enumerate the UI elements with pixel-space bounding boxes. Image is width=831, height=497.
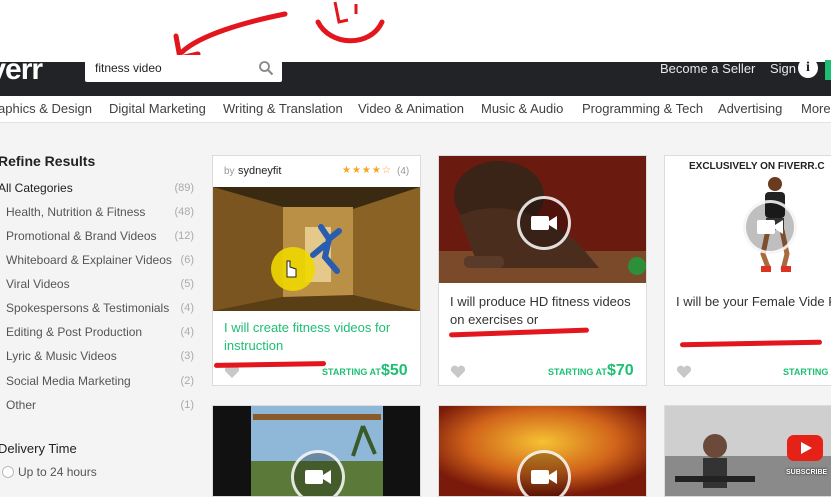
video-play-icon[interactable] <box>743 200 797 254</box>
refine-item[interactable]: Spokespersons & Testimonials <box>6 301 169 315</box>
rating-stars: ★★★★☆ <box>342 165 392 176</box>
gig-card[interactable] <box>212 405 421 497</box>
starting-at-label: STARTING AT <box>548 367 607 377</box>
category-advertising[interactable]: Advertising <box>718 101 782 116</box>
fiverr-logo[interactable]: iverr <box>0 53 43 87</box>
youtube-play-icon <box>787 435 823 461</box>
annotation-area <box>0 0 831 62</box>
category-more[interactable]: More <box>801 101 831 116</box>
category-writing-translation[interactable]: Writing & Translation <box>223 101 343 116</box>
heart-icon[interactable] <box>676 365 692 379</box>
exclusive-banner: EXCLUSIVELY ON FIVERR.C <box>689 161 825 172</box>
gig-card[interactable] <box>438 405 647 497</box>
starting-at-label: STARTING AT <box>322 367 381 377</box>
refine-count: (89) <box>174 182 194 194</box>
refine-count: (3) <box>180 350 194 362</box>
heart-icon[interactable] <box>450 365 466 379</box>
category-digital-marketing[interactable]: Digital Marketing <box>109 101 206 116</box>
search-value: fitness video <box>95 61 162 75</box>
category-video-animation[interactable]: Video & Animation <box>358 101 464 116</box>
starting-at-label: STARTING A <box>783 367 831 377</box>
gig-price: $50 <box>381 362 408 379</box>
delivery-option-24h[interactable]: Up to 24 hours <box>18 465 97 479</box>
refine-count: (12) <box>174 230 194 242</box>
category-bar: aphics & Design Digital Marketing Writin… <box>0 96 831 123</box>
video-play-icon[interactable] <box>291 450 345 496</box>
video-play-icon[interactable] <box>517 450 571 496</box>
refine-item[interactable]: Promotional & Brand Videos <box>6 229 157 243</box>
refine-count: (4) <box>180 302 194 314</box>
search-input[interactable]: fitness video <box>85 55 282 82</box>
delivery-radio[interactable] <box>2 466 14 478</box>
refine-results-title: Refine Results <box>0 153 96 169</box>
refine-item[interactable]: Lyric & Music Videos <box>6 349 117 363</box>
gig-card[interactable]: EXCLUSIVELY ON FIVERR.C I will be your F… <box>664 155 831 386</box>
refine-count: (1) <box>180 399 194 411</box>
video-play-icon[interactable] <box>517 196 571 250</box>
info-icon[interactable]: i <box>798 58 818 78</box>
refine-count: (6) <box>180 254 194 266</box>
category-music-audio[interactable]: Music & Audio <box>481 101 563 116</box>
refine-count: (2) <box>180 375 194 387</box>
join-button-edge[interactable] <box>825 60 831 80</box>
refine-count: (5) <box>180 278 194 290</box>
refine-item[interactable]: Viral Videos <box>6 277 70 291</box>
gig-price: $70 <box>607 362 634 379</box>
refine-item[interactable]: Health, Nutrition & Fitness <box>6 205 145 219</box>
gig-card[interactable]: by sydneyfit ★★★★☆ (4) I will create fit… <box>212 155 421 386</box>
gig-title[interactable]: I will create fitness videos for instruc… <box>224 319 414 355</box>
subscribe-watermark[interactable]: SUBSCRIBE <box>786 434 828 476</box>
subscribe-label: SUBSCRIBE <box>786 469 828 476</box>
refine-item[interactable]: Editing & Post Production <box>6 325 142 339</box>
refine-item[interactable]: Social Media Marketing <box>6 374 131 388</box>
sign-in-link[interactable]: Sign <box>770 61 796 76</box>
refine-count: (4) <box>180 326 194 338</box>
gig-thumbnail[interactable] <box>213 187 420 311</box>
refine-item[interactable]: Whiteboard & Explainer Videos <box>6 253 172 267</box>
delivery-time-title: Delivery Time <box>0 441 77 456</box>
refine-count: (48) <box>174 206 194 218</box>
become-seller-link[interactable]: Become a Seller <box>660 61 755 76</box>
search-icon[interactable] <box>258 60 274 76</box>
seller-by: by <box>224 166 235 177</box>
seller-name[interactable]: sydneyfit <box>238 165 281 177</box>
rating-count: (4) <box>397 166 410 177</box>
gig-title[interactable]: I will be your Female Vide Fitness, Work… <box>676 293 831 311</box>
refine-all-categories[interactable]: All Categories <box>0 181 73 195</box>
gig-card[interactable]: I will produce HD fitness videos on exer… <box>438 155 647 386</box>
gig-title[interactable]: I will produce HD fitness videos on exer… <box>450 293 640 329</box>
red-annotation-drawing <box>173 1 385 61</box>
category-graphics-design[interactable]: aphics & Design <box>0 101 92 116</box>
refine-item[interactable]: Other <box>6 398 36 412</box>
category-programming-tech[interactable]: Programming & Tech <box>582 101 703 116</box>
